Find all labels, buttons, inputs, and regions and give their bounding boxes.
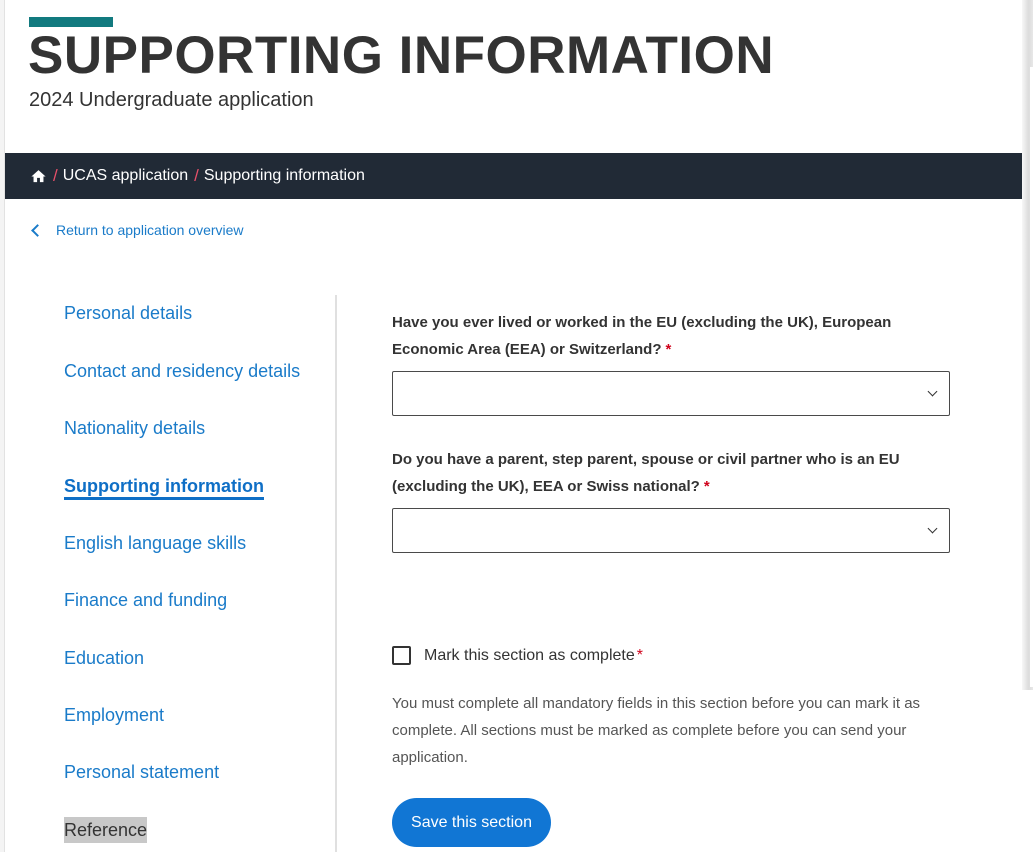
sidenav-item-english-language[interactable]: English language skills: [64, 531, 246, 555]
home-icon[interactable]: [30, 168, 47, 185]
sidenav-item-nationality[interactable]: Nationality details: [64, 416, 205, 440]
complete-help-text: You must complete all mandatory fields i…: [392, 695, 921, 766]
return-to-overview-label: Return to application overview: [56, 222, 244, 238]
chevron-left-icon: [31, 223, 44, 237]
required-marker: *: [665, 341, 672, 358]
return-to-overview-link[interactable]: Return to application overview: [30, 222, 244, 238]
sidenav-item-employment[interactable]: Employment: [64, 703, 164, 727]
breadcrumb-separator: /: [194, 166, 199, 185]
eu-residence-select[interactable]: [392, 371, 950, 416]
breadcrumb-ucas-application[interactable]: UCAS application: [63, 167, 188, 185]
question-eu-family-text: Do you have a parent, step parent, spous…: [392, 451, 900, 495]
question-eu-residence-text: Have you ever lived or worked in the EU …: [392, 314, 892, 358]
mark-complete-label[interactable]: Mark this section as complete *: [424, 647, 643, 665]
sidenav-item-contact-residency[interactable]: Contact and residency details: [64, 359, 300, 383]
mark-complete-text: Mark this section as complete: [424, 646, 635, 664]
mark-complete-row: Mark this section as complete *: [392, 646, 643, 665]
required-marker: *: [703, 478, 710, 495]
nav-divider: [335, 295, 337, 852]
scrollbar[interactable]: [1022, 0, 1033, 690]
sidenav-item-finance-funding[interactable]: Finance and funding: [64, 588, 227, 612]
sidenav-item-personal-statement[interactable]: Personal statement: [64, 760, 219, 784]
page-title: SUPPORTING INFORMATION: [28, 26, 775, 85]
sidenav-item-reference[interactable]: Reference: [64, 817, 148, 843]
chevron-down-icon: [927, 523, 938, 534]
sidenav-item-supporting-information[interactable]: Supporting information: [64, 475, 264, 500]
sidenav-item-personal-details[interactable]: Personal details: [64, 301, 192, 325]
page-subtitle: 2024 Undergraduate application: [29, 89, 314, 111]
required-marker: *: [636, 646, 643, 664]
question-eu-family-label: Do you have a parent, step parent, spous…: [392, 446, 952, 500]
breadcrumb: / UCAS application / Supporting informat…: [5, 153, 1022, 199]
breadcrumb-separator: /: [53, 166, 58, 185]
window-left-edge: [0, 0, 5, 852]
question-eu-residence-label: Have you ever lived or worked in the EU …: [392, 309, 952, 363]
eu-family-select[interactable]: [392, 508, 950, 553]
save-section-button[interactable]: Save this section: [392, 798, 551, 847]
mark-complete-checkbox[interactable]: [392, 646, 411, 665]
sidenav-item-education[interactable]: Education: [64, 646, 144, 670]
breadcrumb-current-page: Supporting information: [203, 167, 365, 184]
chevron-down-icon: [927, 386, 938, 397]
